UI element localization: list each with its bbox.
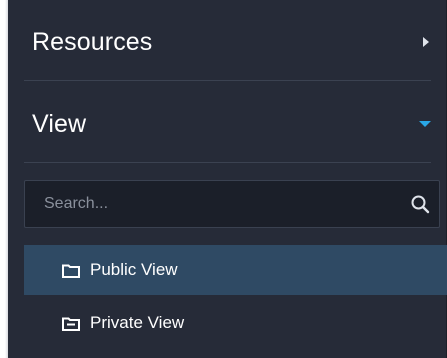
caret-down-icon [419, 121, 431, 127]
section-title-resources: Resources [32, 27, 153, 56]
section-header-view[interactable]: View [8, 86, 447, 162]
search-input[interactable] [25, 180, 407, 228]
folder-outline-icon [62, 262, 80, 278]
tree-item-label: Private View [90, 313, 185, 332]
side-panel: Resources View Public View [8, 0, 447, 358]
folder-private-icon [62, 315, 80, 331]
search-box [24, 180, 440, 228]
tree-item-label: Public View [90, 260, 178, 279]
section-header-resources[interactable]: Resources [8, 4, 447, 80]
search-icon[interactable] [407, 191, 433, 217]
tree-item-private-view[interactable]: Private View [24, 298, 447, 348]
panel-edge [0, 0, 8, 358]
caret-right-icon [423, 37, 429, 47]
tree-item-public-view[interactable]: Public View [24, 245, 447, 295]
divider [24, 80, 431, 81]
section-title-view: View [32, 109, 87, 138]
divider [24, 162, 431, 163]
